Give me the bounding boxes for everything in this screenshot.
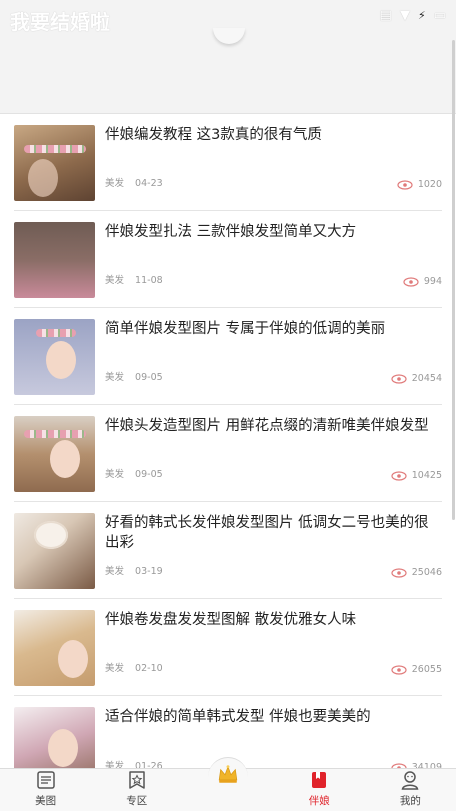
article-views: 25046: [391, 567, 442, 578]
newspaper-icon: [36, 771, 55, 789]
article-meta: 美发 01-26: [105, 758, 163, 768]
eye-icon: [391, 567, 407, 578]
article-category: 美发: [105, 178, 125, 189]
article-title[interactable]: 伴娘头发造型图片 用鲜花点缀的清新唯美伴娘发型: [105, 416, 440, 436]
star-badge-icon: [129, 771, 145, 789]
list-item[interactable]: 伴娘卷发盘发发型图解 散发优雅女人味 美发 02-10 26055: [14, 599, 442, 696]
article-category: 美发: [105, 566, 125, 577]
tab-label: 我的: [399, 795, 421, 807]
crown-icon: [218, 765, 238, 783]
list-item[interactable]: 伴娘发型扎法 三款伴娘发型简单又大方 美发 11-08 994: [14, 211, 442, 308]
scrollbar[interactable]: [452, 40, 455, 520]
article-category: 美发: [105, 761, 125, 768]
article-date: 01-26: [135, 761, 163, 768]
article-date: 11-08: [135, 275, 163, 286]
battery-icon: ▭: [433, 8, 446, 23]
article-meta: 美发 09-05: [105, 369, 163, 383]
article-title[interactable]: 适合伴娘的简单韩式发型 伴娘也要美美的: [105, 707, 440, 727]
bottom-tab-bar: 美图 专区 伴娘 我的: [0, 757, 456, 811]
article-meta: 美发 09-05: [105, 466, 163, 480]
article-thumbnail: [14, 222, 95, 298]
article-views: 26055: [391, 664, 442, 675]
article-thumbnail: [14, 610, 95, 686]
eye-icon: [397, 179, 413, 190]
article-category: 美发: [105, 469, 125, 480]
user-icon: [401, 771, 419, 790]
view-count: 10425: [411, 470, 442, 481]
list-item[interactable]: 伴娘编发教程 这3款真的很有气质 美发 04-23 1020: [14, 114, 442, 211]
article-views: 994: [403, 276, 442, 287]
article-title[interactable]: 伴娘卷发盘发发型图解 散发优雅女人味: [105, 610, 440, 630]
article-thumbnail: [14, 416, 95, 492]
eye-icon: [403, 276, 419, 287]
status-icons: ▤ ▼ ⚡ ▭: [380, 8, 446, 23]
article-thumbnail: [14, 319, 95, 395]
article-date: 04-23: [135, 178, 163, 189]
view-count: 26055: [411, 664, 442, 675]
article-date: 09-05: [135, 372, 163, 383]
view-count: 1020: [417, 179, 442, 190]
bookmark-icon: [312, 772, 327, 788]
list-item[interactable]: 简单伴娘发型图片 专属于伴娘的低调的美丽 美发 09-05 20454: [14, 308, 442, 405]
view-count: 25046: [411, 567, 442, 578]
tab-crown-center[interactable]: [182, 757, 273, 811]
article-views: 20454: [391, 373, 442, 384]
app-title: 我要结婚啦: [10, 10, 110, 34]
list-item[interactable]: 伴娘头发造型图片 用鲜花点缀的清新唯美伴娘发型 美发 09-05 10425: [14, 405, 442, 502]
eye-icon: [391, 664, 407, 675]
article-title[interactable]: 简单伴娘发型图片 专属于伴娘的低调的美丽: [105, 319, 440, 339]
tab-label: 美图: [35, 795, 57, 807]
article-meta: 美发 11-08: [105, 272, 163, 286]
tab-banniang[interactable]: 伴娘: [274, 769, 365, 811]
tab-meitu[interactable]: 美图: [0, 769, 91, 811]
article-title[interactable]: 伴娘发型扎法 三款伴娘发型简单又大方: [105, 222, 440, 242]
list-item[interactable]: 好看的韩式长发伴娘发型图片 低调女二号也美的很出彩 美发 03-19 25046: [14, 502, 442, 599]
tab-wode[interactable]: 我的: [365, 769, 456, 811]
article-views: 1020: [397, 179, 442, 190]
article-meta: 美发 03-19: [105, 563, 163, 577]
article-thumbnail: [14, 707, 95, 768]
tab-label: 伴娘: [308, 795, 330, 807]
article-title[interactable]: 伴娘编发教程 这3款真的很有气质: [105, 125, 440, 145]
article-list[interactable]: 伴娘编发教程 这3款真的很有气质 美发 04-23 1020 伴娘发型扎法 三款…: [0, 114, 456, 768]
view-count: 20454: [411, 373, 442, 384]
eye-icon: [391, 470, 407, 481]
article-date: 09-05: [135, 469, 163, 480]
tab-label: 专区: [126, 795, 148, 807]
article-thumbnail: [14, 513, 95, 589]
wifi-icon: ▼: [399, 8, 410, 23]
pull-to-refresh-area[interactable]: [0, 28, 456, 114]
article-thumbnail: [14, 125, 95, 201]
article-category: 美发: [105, 372, 125, 383]
signal-icon: ▤: [379, 8, 392, 23]
article-title[interactable]: 好看的韩式长发伴娘发型图片 低调女二号也美的很出彩: [105, 513, 440, 553]
article-category: 美发: [105, 663, 125, 674]
article-category: 美发: [105, 275, 125, 286]
pull-refresh-indicator: [213, 28, 245, 44]
article-date: 02-10: [135, 663, 163, 674]
charging-icon: ⚡: [417, 9, 426, 22]
eye-icon: [391, 373, 407, 384]
article-views: 10425: [391, 470, 442, 481]
tab-zhuanqu[interactable]: 专区: [91, 769, 182, 811]
article-date: 03-19: [135, 566, 163, 577]
article-meta: 美发 04-23: [105, 175, 163, 189]
view-count: 994: [423, 276, 442, 287]
article-meta: 美发 02-10: [105, 660, 163, 674]
